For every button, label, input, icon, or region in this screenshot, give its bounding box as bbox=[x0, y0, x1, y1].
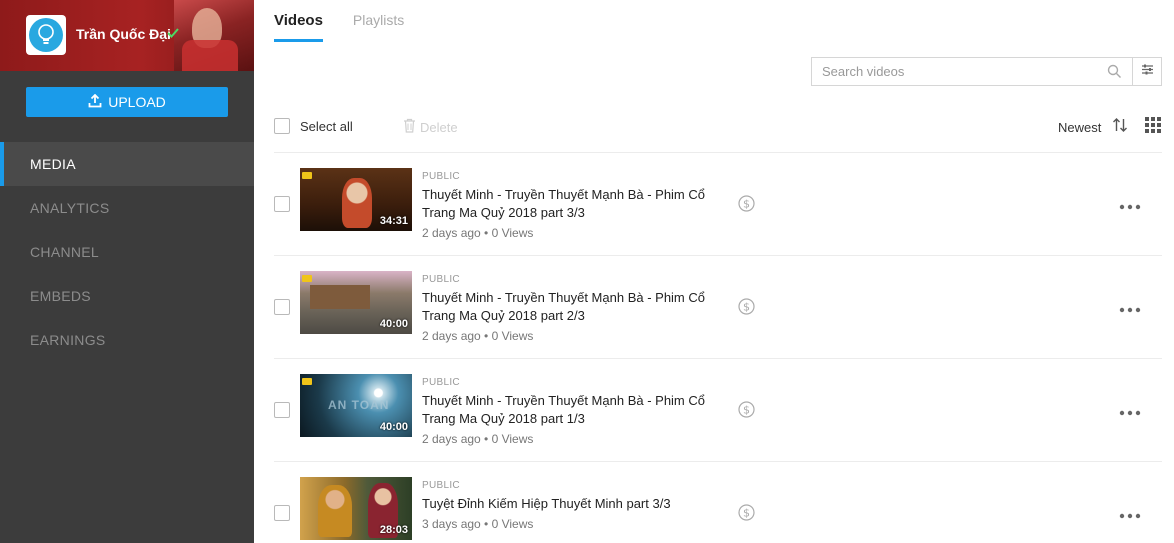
trash-icon bbox=[403, 118, 416, 136]
tab-playlists[interactable]: Playlists bbox=[353, 0, 404, 42]
table-row[interactable]: 40:00 PUBLIC Thuyết Minh - Truyền Thuyết… bbox=[274, 255, 1162, 358]
table-row[interactable]: AN TOAN 40:00 PUBLIC Thuyết Minh - Truyề… bbox=[274, 358, 1162, 461]
sidebar-item-label: CHANNEL bbox=[30, 244, 100, 260]
video-thumbnail[interactable]: AN TOAN 40:00 bbox=[300, 374, 412, 437]
check-icon bbox=[166, 26, 180, 45]
more-dots-icon[interactable] bbox=[1119, 403, 1141, 421]
thumbnail-image bbox=[318, 485, 352, 537]
search-icon[interactable] bbox=[1107, 64, 1122, 84]
svg-text:$: $ bbox=[743, 301, 750, 314]
delete-label: Delete bbox=[420, 119, 458, 135]
search-box bbox=[811, 57, 1133, 86]
dollar-circle-icon[interactable]: $ bbox=[738, 401, 755, 423]
sidebar-item-media[interactable]: MEDIA bbox=[0, 142, 254, 186]
channel-badge bbox=[302, 275, 312, 282]
table-row[interactable]: 28:03 PUBLIC Tuyệt Đỉnh Kiếm Hiệp Thuyết… bbox=[274, 461, 1162, 543]
video-list: 34:31 PUBLIC Thuyết Minh - Truyền Thuyết… bbox=[274, 152, 1162, 543]
channel-badge bbox=[302, 378, 312, 385]
sort-arrows-icon[interactable] bbox=[1112, 117, 1128, 138]
upload-icon bbox=[88, 93, 102, 111]
tab-videos[interactable]: Videos bbox=[274, 0, 323, 42]
sidebar: Trần Quốc Đại UPLOAD MEDIA ANALYTICS CHA… bbox=[0, 0, 254, 543]
dollar-circle-icon[interactable]: $ bbox=[738, 504, 755, 526]
more-dots-icon[interactable] bbox=[1119, 506, 1141, 524]
svg-text:$: $ bbox=[743, 507, 750, 520]
video-stats: 2 days ago • 0 Views bbox=[422, 329, 534, 343]
row-checkbox[interactable] bbox=[274, 299, 290, 315]
video-title[interactable]: Tuyệt Đỉnh Kiếm Hiệp Thuyết Minh part 3/… bbox=[422, 495, 722, 513]
sliders-icon bbox=[1141, 63, 1154, 81]
video-title[interactable]: Thuyết Minh - Truyền Thuyết Mạnh Bà - Ph… bbox=[422, 392, 722, 428]
select-all-checkbox[interactable] bbox=[274, 118, 290, 134]
thumbnail-text: AN TOAN bbox=[328, 398, 390, 412]
more-dots-icon[interactable] bbox=[1119, 300, 1141, 318]
filter-button[interactable] bbox=[1133, 57, 1162, 86]
lightbulb-icon bbox=[29, 18, 63, 52]
video-thumbnail[interactable]: 40:00 bbox=[300, 271, 412, 334]
sidebar-nav: MEDIA ANALYTICS CHANNEL EMBEDS EARNINGS bbox=[0, 142, 254, 362]
row-checkbox[interactable] bbox=[274, 505, 290, 521]
video-title[interactable]: Thuyết Minh - Truyền Thuyết Mạnh Bà - Ph… bbox=[422, 186, 722, 222]
video-meta: PUBLIC Thuyết Minh - Truyền Thuyết Mạnh … bbox=[422, 171, 722, 240]
svg-text:$: $ bbox=[743, 198, 750, 211]
visibility-label: PUBLIC bbox=[422, 171, 460, 182]
video-duration: 40:00 bbox=[379, 318, 408, 330]
profile-name[interactable]: Trần Quốc Đại bbox=[76, 26, 171, 42]
select-all-label[interactable]: Select all bbox=[300, 119, 353, 134]
sidebar-item-label: ANALYTICS bbox=[30, 200, 110, 216]
video-meta: PUBLIC Thuyết Minh - Truyền Thuyết Mạnh … bbox=[422, 274, 722, 343]
video-meta: PUBLIC Thuyết Minh - Truyền Thuyết Mạnh … bbox=[422, 377, 722, 446]
video-thumbnail[interactable]: 28:03 bbox=[300, 477, 412, 540]
visibility-label: PUBLIC bbox=[422, 377, 460, 388]
video-stats: 2 days ago • 0 Views bbox=[422, 226, 534, 240]
sidebar-item-embeds[interactable]: EMBEDS bbox=[0, 274, 254, 318]
video-title[interactable]: Thuyết Minh - Truyền Thuyết Mạnh Bà - Ph… bbox=[422, 289, 722, 325]
table-row[interactable]: 34:31 PUBLIC Thuyết Minh - Truyền Thuyết… bbox=[274, 152, 1162, 255]
video-stats: 2 days ago • 0 Views bbox=[422, 432, 534, 446]
profile-banner-art bbox=[174, 0, 254, 71]
search-input[interactable] bbox=[812, 58, 1097, 85]
list-toolbar: Select all Delete Newest bbox=[274, 110, 1162, 142]
tab-bar: Videos Playlists bbox=[274, 0, 404, 42]
avatar[interactable] bbox=[26, 15, 66, 55]
sidebar-item-label: EMBEDS bbox=[30, 288, 91, 304]
row-checkbox[interactable] bbox=[274, 402, 290, 418]
channel-badge bbox=[302, 172, 312, 179]
visibility-label: PUBLIC bbox=[422, 480, 460, 491]
video-duration: 40:00 bbox=[379, 421, 408, 433]
sidebar-item-analytics[interactable]: ANALYTICS bbox=[0, 186, 254, 230]
dollar-circle-icon[interactable]: $ bbox=[738, 298, 755, 320]
video-thumbnail[interactable]: 34:31 bbox=[300, 168, 412, 231]
sidebar-item-earnings[interactable]: EARNINGS bbox=[0, 318, 254, 362]
upload-label: UPLOAD bbox=[108, 94, 166, 110]
thumbnail-image bbox=[342, 178, 372, 228]
video-duration: 34:31 bbox=[379, 215, 408, 227]
thumbnail-image bbox=[310, 285, 370, 309]
sidebar-item-label: EARNINGS bbox=[30, 332, 106, 348]
sidebar-item-channel[interactable]: CHANNEL bbox=[0, 230, 254, 274]
dollar-circle-icon[interactable]: $ bbox=[738, 195, 755, 217]
grid-icon[interactable] bbox=[1145, 117, 1161, 138]
delete-button[interactable]: Delete bbox=[403, 118, 458, 136]
visibility-label: PUBLIC bbox=[422, 274, 460, 285]
video-stats: 3 days ago • 0 Views bbox=[422, 517, 534, 531]
sidebar-item-label: MEDIA bbox=[30, 156, 76, 172]
svg-text:$: $ bbox=[743, 404, 750, 417]
more-dots-icon[interactable] bbox=[1119, 197, 1141, 215]
profile-header: Trần Quốc Đại bbox=[0, 0, 254, 71]
upload-button[interactable]: UPLOAD bbox=[26, 87, 228, 117]
sort-label[interactable]: Newest bbox=[1058, 120, 1101, 135]
row-checkbox[interactable] bbox=[274, 196, 290, 212]
video-duration: 28:03 bbox=[379, 524, 408, 536]
video-meta: PUBLIC Tuyệt Đỉnh Kiếm Hiệp Thuyết Minh … bbox=[422, 480, 722, 531]
